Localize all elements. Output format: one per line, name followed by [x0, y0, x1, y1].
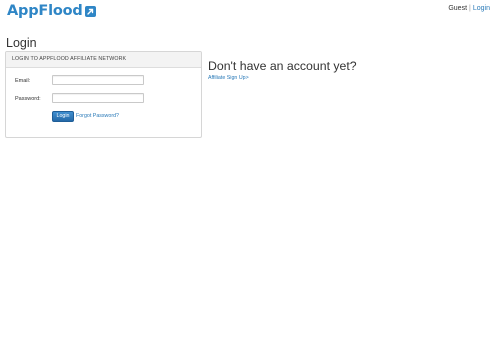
chevron-right-icon: > [245, 75, 249, 81]
top-navigation: Guest | Login [448, 4, 490, 14]
login-panel-heading: LOGIN TO APPFLOOD AFFILIATE NETWORK [6, 52, 201, 68]
nav-separator: | [469, 5, 471, 12]
password-label: Password: [15, 96, 41, 102]
appflood-logo[interactable]: AppFlood [7, 2, 96, 20]
email-field[interactable] [52, 75, 144, 85]
forgot-password-link[interactable]: Forgot Password? [76, 113, 119, 120]
logo-text: AppFlood [7, 3, 83, 19]
header-login-link[interactable]: Login [473, 5, 490, 12]
page-title: Login [6, 36, 37, 50]
password-field[interactable] [52, 93, 144, 103]
logo-arrow-icon [84, 5, 96, 17]
affiliate-signup-link[interactable]: Affiliate Sign Up> [208, 75, 249, 82]
login-button[interactable]: Login [52, 111, 74, 122]
email-label: Email: [15, 78, 31, 84]
signup-heading: Don't have an account yet? [208, 59, 357, 73]
login-panel: LOGIN TO APPFLOOD AFFILIATE NETWORK Emai… [5, 51, 202, 138]
guest-label: Guest [448, 5, 468, 12]
affiliate-signup-label: Affiliate Sign Up [208, 75, 246, 81]
